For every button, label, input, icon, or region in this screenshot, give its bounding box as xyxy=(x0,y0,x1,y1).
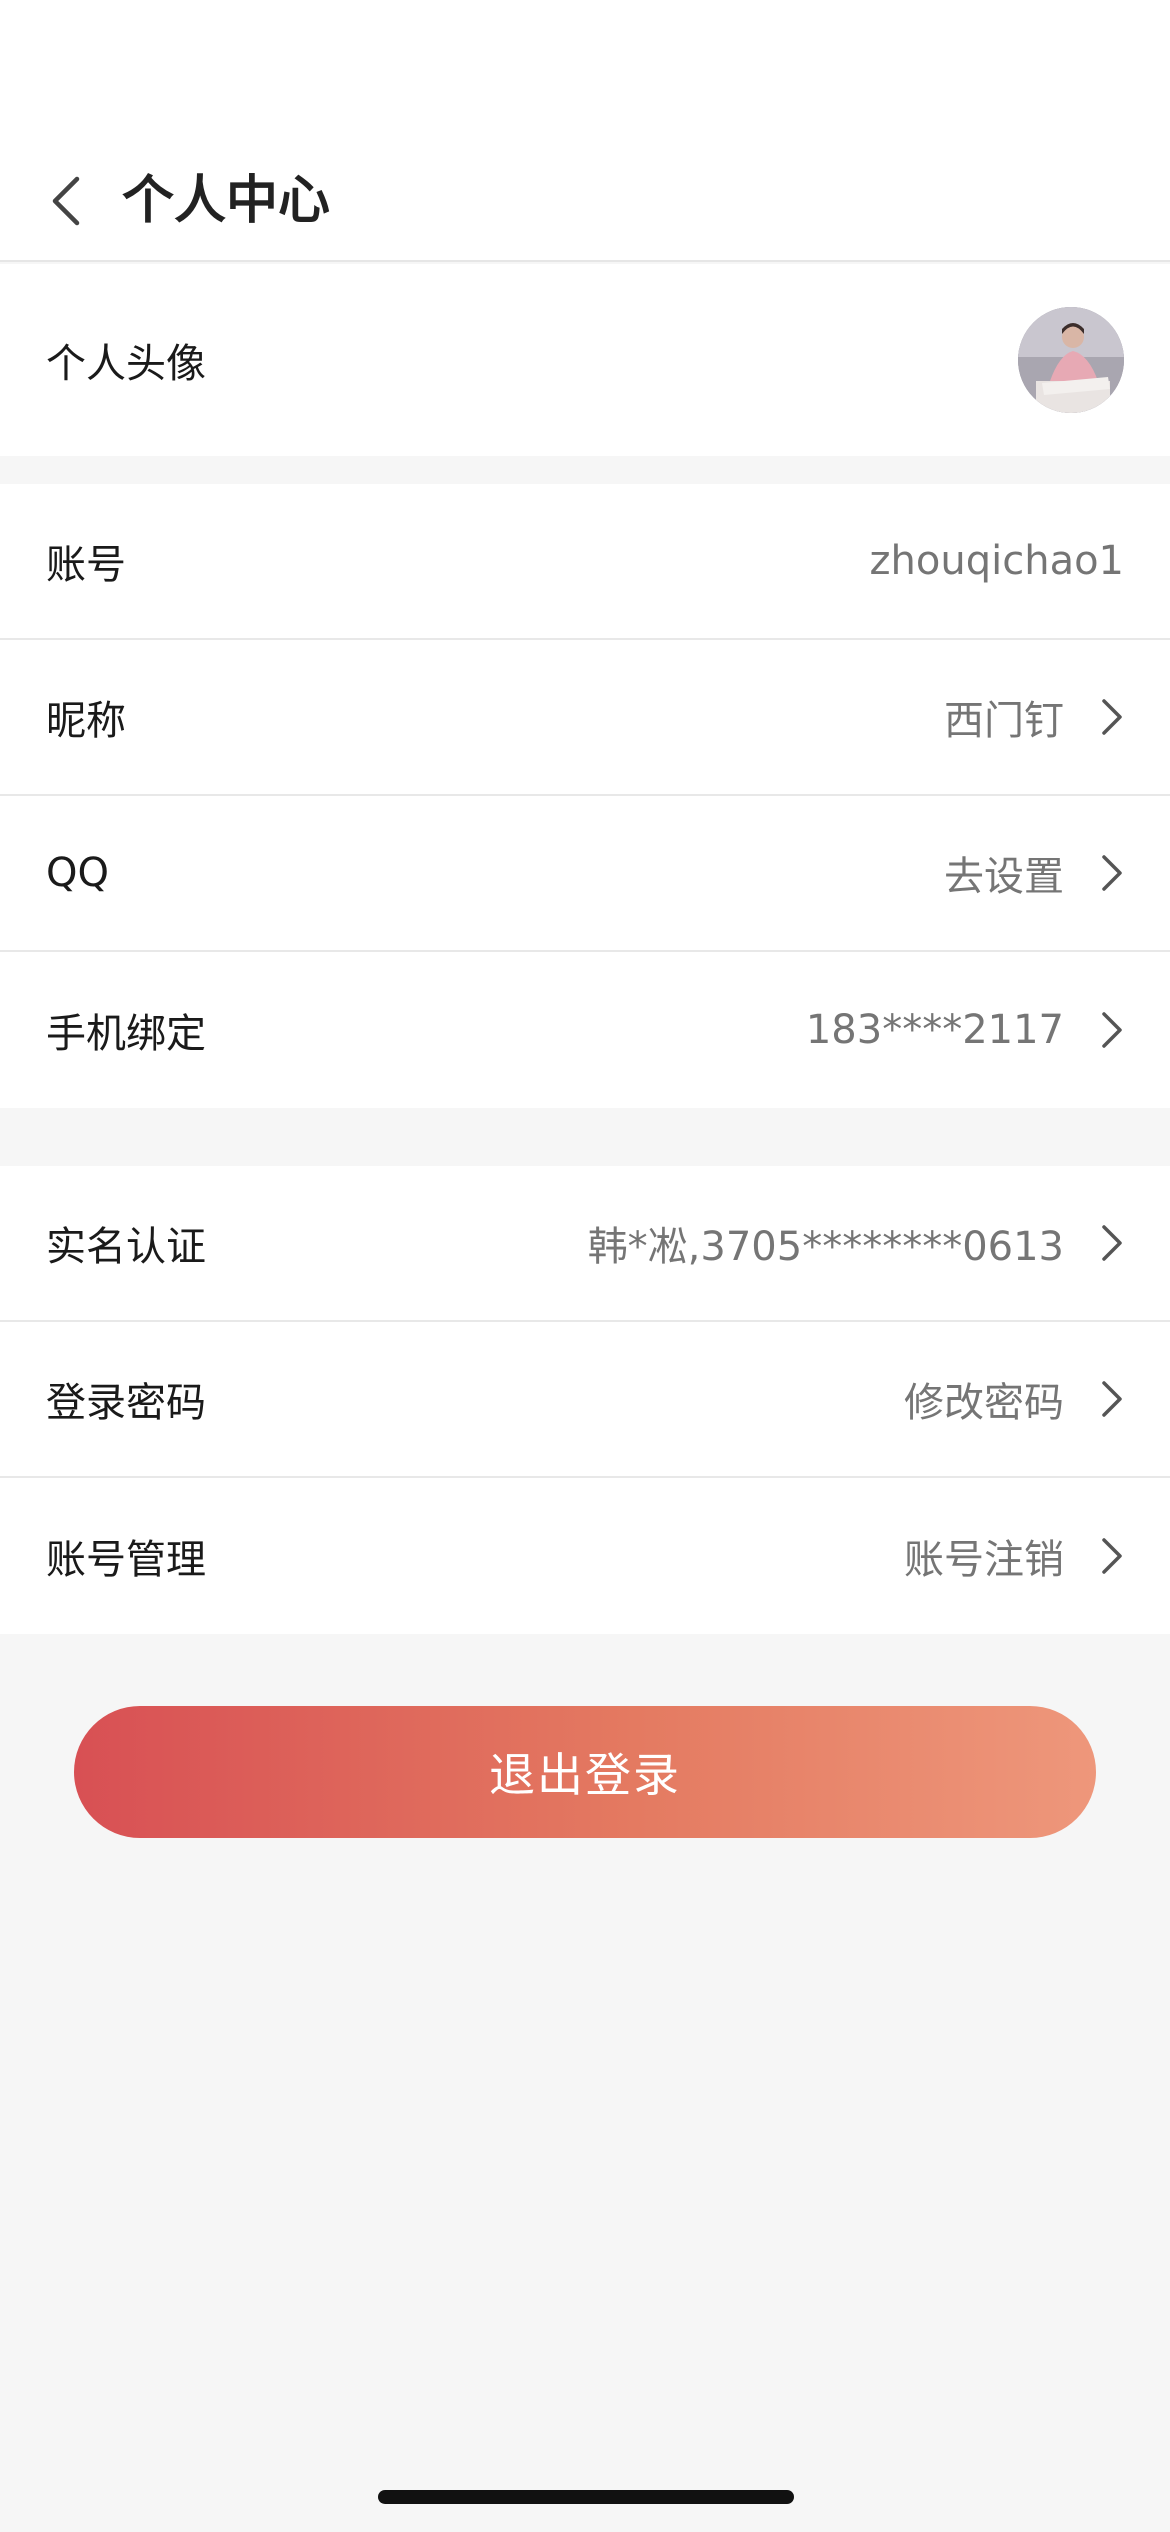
row-account: 账号 zhouqichao1 xyxy=(0,484,1170,640)
chevron-left-icon xyxy=(52,176,80,226)
row-nickname[interactable]: 昵称 西门钉 xyxy=(0,640,1170,796)
row-label: 个人头像 xyxy=(46,341,206,387)
qq-value: 去设置 xyxy=(944,854,1064,900)
back-button[interactable] xyxy=(36,166,96,236)
logout-button[interactable]: 退出登录 xyxy=(74,1706,1096,1838)
row-avatar[interactable]: 个人头像 xyxy=(0,264,1170,456)
home-indicator[interactable] xyxy=(378,2490,794,2504)
row-label: 昵称 xyxy=(46,698,126,744)
chevron-right-icon xyxy=(1088,1005,1124,1055)
row-label: 登录密码 xyxy=(46,1380,206,1426)
chevron-right-icon xyxy=(1088,1218,1124,1268)
row-phone[interactable]: 手机绑定 183****2117 xyxy=(0,952,1170,1108)
chevron-right-icon xyxy=(1088,692,1124,742)
password-value: 修改密码 xyxy=(904,1380,1064,1426)
header-bar: 个人中心 xyxy=(0,0,1170,262)
avatar-image xyxy=(1018,307,1124,413)
account-info-group: 账号 zhouqichao1 昵称 西门钉 QQ 去设置 手机绑定 183***… xyxy=(0,484,1170,1108)
security-group: 实名认证 韩*凇,3705********0613 登录密码 修改密码 账号管理… xyxy=(0,1166,1170,1634)
page: 个人中心 个人头像 账号 zhouqichao1 昵称 西门钉 QQ 去设置 手… xyxy=(0,0,1170,2532)
chevron-right-icon xyxy=(1088,1531,1124,1581)
row-label: 手机绑定 xyxy=(46,1011,206,1057)
row-password[interactable]: 登录密码 修改密码 xyxy=(0,1322,1170,1478)
row-label: QQ xyxy=(46,850,109,896)
row-label: 账号管理 xyxy=(46,1537,206,1583)
avatar[interactable] xyxy=(1018,307,1124,413)
phone-value: 183****2117 xyxy=(805,1007,1064,1053)
avatar-group: 个人头像 xyxy=(0,264,1170,456)
nickname-value: 西门钉 xyxy=(944,698,1064,744)
row-account-manage[interactable]: 账号管理 账号注销 xyxy=(0,1478,1170,1634)
account-value: zhouqichao1 xyxy=(869,538,1124,584)
page-title: 个人中心 xyxy=(122,171,331,231)
account-manage-value: 账号注销 xyxy=(904,1537,1064,1583)
row-label: 实名认证 xyxy=(46,1224,206,1270)
row-realname[interactable]: 实名认证 韩*凇,3705********0613 xyxy=(0,1166,1170,1322)
realname-value: 韩*凇,3705********0613 xyxy=(587,1224,1064,1270)
chevron-right-icon xyxy=(1088,1374,1124,1424)
row-label: 账号 xyxy=(46,542,126,588)
row-qq[interactable]: QQ 去设置 xyxy=(0,796,1170,952)
chevron-right-icon xyxy=(1088,848,1124,898)
